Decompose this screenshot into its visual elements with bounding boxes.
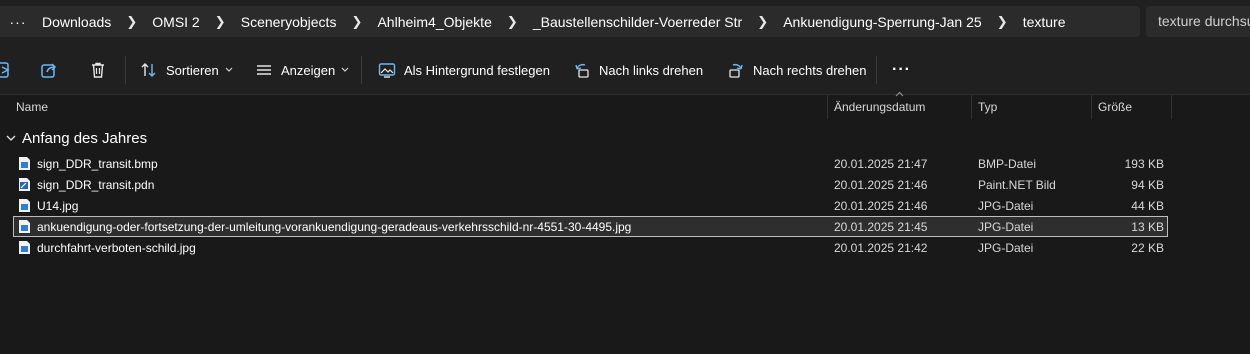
set-as-background-label: Als Hintergrund festlegen <box>404 62 550 78</box>
toolbar-divider <box>125 56 126 84</box>
command-bar: Sortieren Anzeigen Als Hintergrund festl… <box>0 44 1250 95</box>
breadcrumb-item[interactable]: OMSI 2 <box>146 14 205 30</box>
file-type: JPG-Datei <box>978 220 1034 234</box>
rotate-left-label: Nach links drehen <box>599 62 704 78</box>
copy-path-icon <box>0 62 10 78</box>
view-button[interactable]: Anzeigen <box>255 56 349 84</box>
column-header-date[interactable]: Änderungsdatum <box>834 100 925 114</box>
group-header[interactable]: Anfang des Jahres <box>6 128 147 148</box>
chevron-right-icon[interactable]: ❯ <box>117 14 146 30</box>
file-type: JPG-Datei <box>978 241 1034 255</box>
file-row-selected[interactable]: ankuendigung-oder-fortsetzung-der-umleit… <box>13 216 1168 237</box>
chevron-right-icon[interactable]: ❯ <box>342 14 371 30</box>
trash-icon <box>92 62 104 78</box>
chevron-right-icon[interactable]: ❯ <box>988 14 1017 30</box>
column-header-row: Name Änderungsdatum Typ Größe <box>0 91 1250 119</box>
file-size: 94 KB <box>1131 178 1164 192</box>
file-size: 193 KB <box>1124 157 1164 171</box>
file-size: 44 KB <box>1131 199 1164 213</box>
file-size: 22 KB <box>1131 241 1164 255</box>
chevron-right-icon[interactable]: ❯ <box>748 14 777 30</box>
address-bar: ··· Downloads ❯ OMSI 2 ❯ Sceneryobjects … <box>0 0 1250 44</box>
breadcrumb-overflow-button[interactable]: ··· <box>0 14 36 30</box>
chevron-down-icon <box>341 67 349 72</box>
chevron-right-icon[interactable]: ❯ <box>498 14 527 30</box>
view-label: Anzeigen <box>281 62 336 78</box>
chevron-right-icon[interactable]: ❯ <box>206 14 235 30</box>
group-label: Anfang des Jahres <box>22 129 148 147</box>
breadcrumb-item[interactable]: Sceneryobjects <box>235 14 343 30</box>
rotate-left-button[interactable]: Nach links drehen <box>573 56 703 84</box>
column-header-type[interactable]: Typ <box>978 100 997 114</box>
image-file-icon <box>19 157 30 170</box>
breadcrumb-item[interactable]: Ankuendigung-Sperrung-Jan 25 <box>777 14 987 30</box>
search-input[interactable]: texture durchsuchen <box>1146 6 1250 37</box>
image-file-icon <box>19 220 30 233</box>
file-name: ankuendigung-oder-fortsetzung-der-umleit… <box>37 220 632 234</box>
column-divider[interactable] <box>1171 95 1172 119</box>
chevron-down-icon <box>225 67 233 72</box>
more-options-button[interactable]: ··· <box>892 56 911 84</box>
delete-button[interactable] <box>89 56 107 84</box>
column-header-size[interactable]: Größe <box>1098 100 1132 114</box>
file-row[interactable]: sign_DDR_transit.bmp 20.01.2025 21:47 BM… <box>13 153 1168 174</box>
file-name: sign_DDR_transit.pdn <box>37 178 155 192</box>
rotate-right-label: Nach rechts drehen <box>753 62 867 78</box>
file-date: 20.01.2025 21:45 <box>834 220 928 234</box>
share-icon <box>41 63 57 78</box>
copy-path-button[interactable] <box>0 56 12 84</box>
set-as-background-button[interactable]: Als Hintergrund festlegen <box>378 56 550 84</box>
rotate-left-icon <box>575 63 589 78</box>
breadcrumb: ··· Downloads ❯ OMSI 2 ❯ Sceneryobjects … <box>0 6 1140 37</box>
file-date: 20.01.2025 21:46 <box>834 178 928 192</box>
file-row[interactable]: U14.jpg 20.01.2025 21:46 JPG-Datei 44 KB <box>13 195 1168 216</box>
sort-button[interactable]: Sortieren <box>140 56 233 84</box>
file-name: sign_DDR_transit.bmp <box>37 157 158 171</box>
file-date: 20.01.2025 21:46 <box>834 199 928 213</box>
file-date: 20.01.2025 21:42 <box>834 241 928 255</box>
column-divider[interactable] <box>1091 95 1092 119</box>
view-list-icon <box>257 65 271 75</box>
image-file-icon <box>19 241 30 254</box>
chevron-down-icon[interactable] <box>6 135 16 142</box>
file-row[interactable]: durchfahrt-verboten-schild.jpg 20.01.202… <box>13 237 1168 258</box>
file-type: JPG-Datei <box>978 199 1034 213</box>
sort-label: Sortieren <box>166 62 219 78</box>
paintnet-file-icon <box>19 178 30 191</box>
toolbar-divider <box>876 56 877 84</box>
file-type: Paint.NET Bild <box>978 178 1056 192</box>
breadcrumb-item[interactable]: Downloads <box>36 14 117 30</box>
column-divider[interactable] <box>827 95 828 119</box>
sort-ascending-icon <box>895 91 904 97</box>
file-name: durchfahrt-verboten-schild.jpg <box>37 241 196 255</box>
column-header-name[interactable]: Name <box>16 100 48 114</box>
rotate-right-icon <box>729 63 743 78</box>
file-name: U14.jpg <box>37 199 79 213</box>
breadcrumb-item-current[interactable]: texture <box>1017 14 1072 30</box>
file-size: 13 KB <box>1131 220 1164 234</box>
column-divider[interactable] <box>971 95 972 119</box>
file-row[interactable]: sign_DDR_transit.pdn 20.01.2025 21:46 Pa… <box>13 174 1168 195</box>
toolbar-divider <box>361 56 362 84</box>
desktop-background-icon <box>378 63 396 78</box>
share-button[interactable] <box>40 56 58 84</box>
image-file-icon <box>19 199 30 212</box>
sort-icon <box>141 63 156 77</box>
breadcrumb-item[interactable]: Ahlheim4_Objekte <box>371 14 497 30</box>
file-type: BMP-Datei <box>978 157 1037 171</box>
rotate-right-button[interactable]: Nach rechts drehen <box>727 56 866 84</box>
breadcrumb-item[interactable]: _Baustellenschilder-Voerreder Str <box>527 14 748 30</box>
file-date: 20.01.2025 21:47 <box>834 157 928 171</box>
